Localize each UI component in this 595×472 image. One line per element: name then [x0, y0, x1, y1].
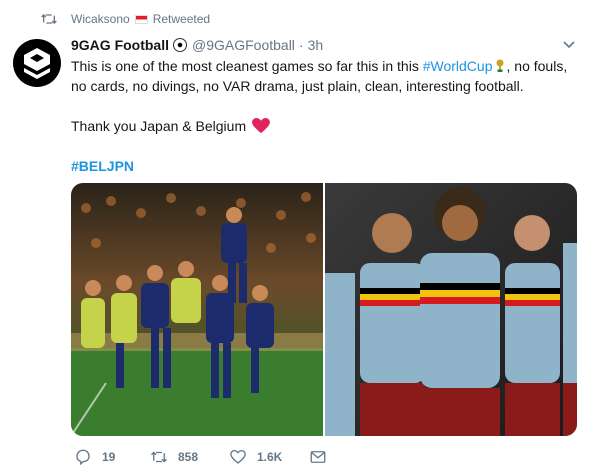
tweet-media[interactable]	[71, 183, 577, 436]
thanks-line: Thank you Japan & Belgium	[71, 118, 247, 134]
retweet-count: 858	[178, 450, 199, 464]
author-name[interactable]: 9GAG Football	[71, 37, 169, 53]
trophy-icon	[496, 59, 503, 72]
retweet-icon	[151, 451, 167, 463]
author-handle[interactable]: @9GAGFootball	[192, 37, 295, 53]
tweet-actions: 19 858 1.6K	[71, 446, 371, 468]
direct-message-button[interactable]	[309, 448, 339, 466]
soccer-ball-icon	[173, 38, 187, 52]
japan-photo-image	[71, 183, 323, 436]
retweet-user[interactable]: Wicaksono	[71, 12, 130, 26]
tweet-text: This is one of the most cleanest games s…	[71, 56, 581, 176]
japan-flag-icon	[134, 14, 148, 24]
direct-message-icon	[310, 451, 326, 463]
tweet-header: 9GAG Football @9GAGFootball · 3h	[71, 36, 575, 54]
like-count: 1.6K	[257, 450, 283, 464]
reply-button[interactable]: 19	[74, 448, 150, 466]
photo-belgium-players[interactable]	[325, 183, 577, 436]
like-button[interactable]: 1.6K	[229, 448, 309, 466]
like-icon	[230, 449, 246, 464]
belgium-photo-image	[325, 183, 577, 436]
hashtag-beljpn[interactable]: #BELJPN	[71, 158, 134, 174]
retweet-context: Wicaksono Retweeted	[41, 10, 210, 28]
tweet-timestamp[interactable]: 3h	[308, 37, 324, 53]
avatar[interactable]	[13, 39, 61, 87]
retweet-button[interactable]: 858	[150, 448, 229, 466]
retweet-label: Retweeted	[152, 12, 211, 26]
reply-count: 19	[102, 450, 116, 464]
9gag-logo	[24, 48, 50, 79]
chevron-down-icon[interactable]	[563, 40, 575, 50]
photo-japan-celebration[interactable]	[71, 183, 323, 436]
retweet-icon	[41, 14, 57, 24]
tweet-text-part1: This is one of the most cleanest games s…	[71, 58, 423, 74]
separator: ·	[298, 37, 304, 53]
reply-icon	[76, 449, 90, 466]
heart-emoji-icon	[252, 118, 270, 134]
hashtag-worldcup[interactable]: #WorldCup	[423, 58, 493, 74]
